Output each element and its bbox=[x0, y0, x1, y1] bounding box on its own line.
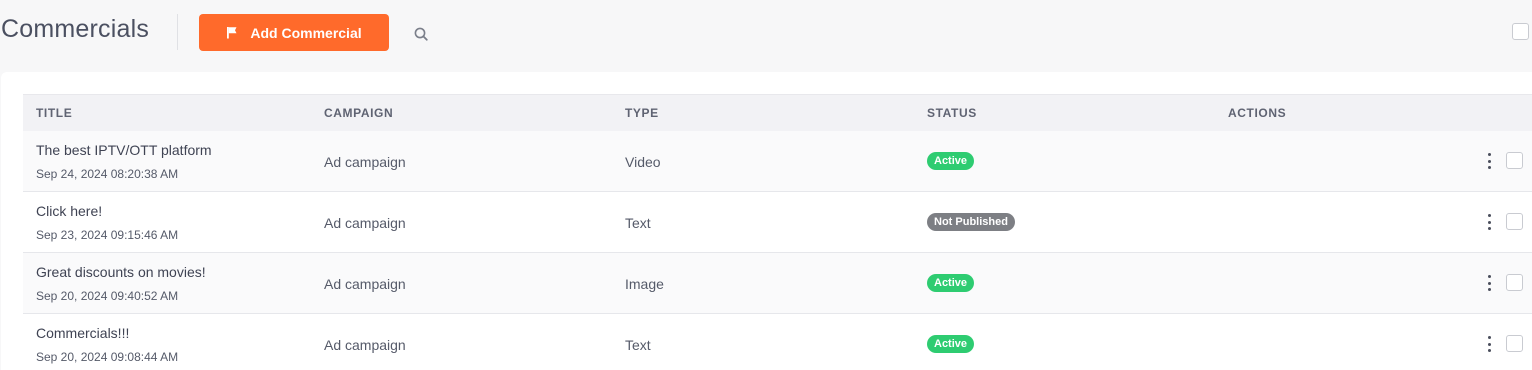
row-type: Image bbox=[625, 276, 664, 292]
commercials-table: TITLE CAMPAIGN TYPE STATUS ACTIONS The b… bbox=[23, 94, 1532, 370]
row-title[interactable]: Great discounts on movies! bbox=[36, 264, 206, 280]
row-campaign: Ad campaign bbox=[324, 276, 406, 292]
add-commercial-label: Add Commercial bbox=[250, 24, 362, 41]
row-date: Sep 23, 2024 09:15:46 AM bbox=[36, 228, 179, 242]
row-title[interactable]: The best IPTV/OTT platform bbox=[36, 142, 212, 158]
table-row[interactable]: Commercials!!! Sep 20, 2024 09:08:44 AM … bbox=[23, 314, 1532, 370]
search-icon[interactable] bbox=[411, 24, 431, 44]
commercials-card: TITLE CAMPAIGN TYPE STATUS ACTIONS The b… bbox=[1, 72, 1532, 370]
column-header-campaign: CAMPAIGN bbox=[324, 106, 394, 120]
title-divider bbox=[177, 14, 178, 50]
more-vertical-icon[interactable] bbox=[1483, 335, 1495, 353]
add-commercial-button[interactable]: Add Commercial bbox=[199, 14, 389, 51]
row-campaign: Ad campaign bbox=[324, 154, 406, 170]
page-title: Commercials bbox=[1, 15, 150, 43]
row-checkbox[interactable] bbox=[1506, 274, 1523, 291]
column-header-actions: ACTIONS bbox=[1228, 106, 1287, 120]
row-date: Sep 20, 2024 09:40:52 AM bbox=[36, 289, 179, 303]
more-vertical-icon[interactable] bbox=[1483, 152, 1495, 170]
flag-icon bbox=[226, 26, 238, 39]
page-header: Commercials Add Commercial bbox=[0, 0, 1532, 66]
row-campaign: Ad campaign bbox=[324, 337, 406, 353]
more-vertical-icon[interactable] bbox=[1483, 274, 1495, 292]
select-all-checkbox[interactable] bbox=[1512, 23, 1529, 40]
column-header-type: TYPE bbox=[625, 106, 659, 120]
status-badge: Active bbox=[927, 152, 975, 170]
row-title[interactable]: Commercials!!! bbox=[36, 325, 129, 341]
row-date: Sep 20, 2024 09:08:44 AM bbox=[36, 350, 179, 364]
more-vertical-icon[interactable] bbox=[1483, 213, 1495, 231]
column-header-status: STATUS bbox=[927, 106, 977, 120]
status-badge: Active bbox=[927, 274, 975, 292]
table-header: TITLE CAMPAIGN TYPE STATUS ACTIONS bbox=[23, 94, 1532, 131]
row-date: Sep 24, 2024 08:20:38 AM bbox=[36, 167, 179, 181]
row-type: Text bbox=[625, 215, 651, 231]
row-type: Video bbox=[625, 154, 661, 170]
row-checkbox[interactable] bbox=[1506, 335, 1523, 352]
row-campaign: Ad campaign bbox=[324, 215, 406, 231]
row-type: Text bbox=[625, 337, 651, 353]
table-row[interactable]: The best IPTV/OTT platform Sep 24, 2024 … bbox=[23, 131, 1532, 192]
row-checkbox[interactable] bbox=[1506, 213, 1523, 230]
status-badge: Not Published bbox=[927, 213, 1015, 231]
column-header-title: TITLE bbox=[36, 106, 73, 120]
table-row[interactable]: Click here! Sep 23, 2024 09:15:46 AM Ad … bbox=[23, 192, 1532, 253]
table-row[interactable]: Great discounts on movies! Sep 20, 2024 … bbox=[23, 253, 1532, 314]
status-badge: Active bbox=[927, 335, 975, 353]
row-checkbox[interactable] bbox=[1506, 152, 1523, 169]
row-title[interactable]: Click here! bbox=[36, 203, 102, 219]
